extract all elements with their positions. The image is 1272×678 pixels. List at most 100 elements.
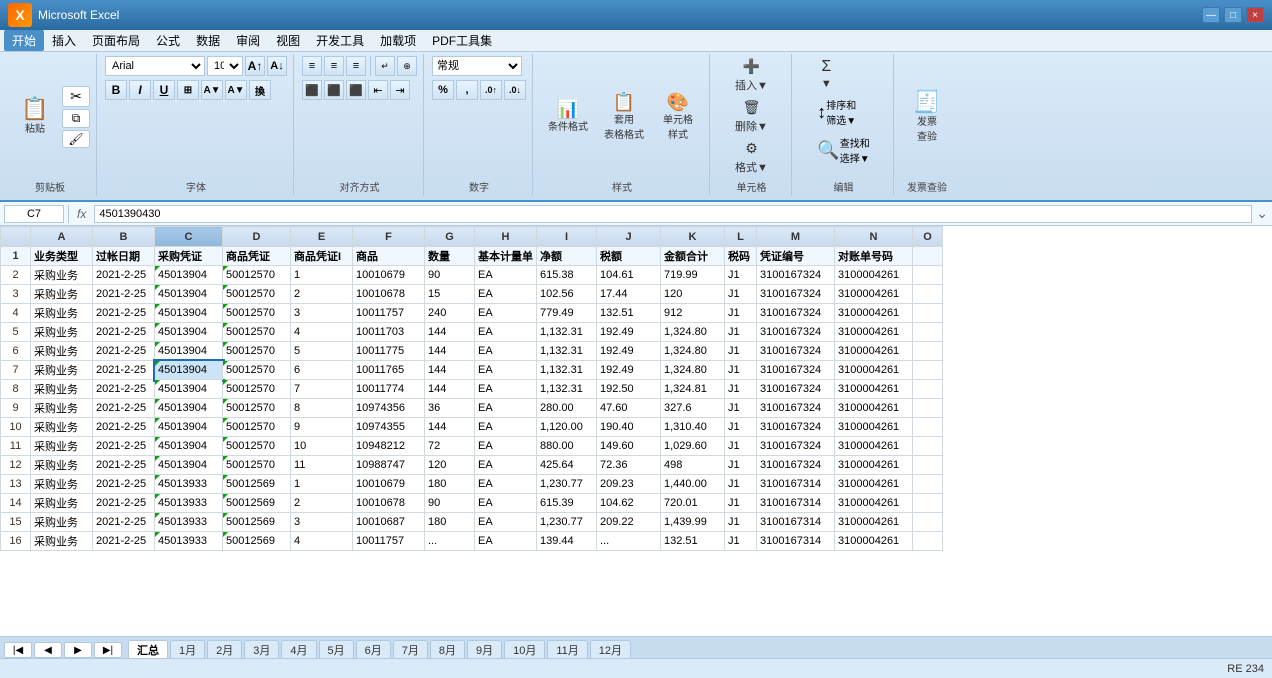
table-cell[interactable]: 3100004261: [835, 266, 913, 285]
align-top-left-button[interactable]: ≡: [302, 56, 322, 76]
fill-color-button[interactable]: A▼: [201, 80, 223, 100]
table-cell[interactable]: 采购业务: [31, 475, 93, 494]
col-header-N[interactable]: N: [835, 227, 913, 247]
table-cell[interactable]: 2021-2-25: [93, 380, 155, 399]
table-cell[interactable]: 50012569: [223, 513, 291, 532]
formula-expand-icon[interactable]: ⌄: [1256, 205, 1268, 222]
table-cell[interactable]: 采购业务: [31, 418, 93, 437]
table-cell[interactable]: 2: [291, 285, 353, 304]
table-cell[interactable]: 45013904: [155, 323, 223, 342]
table-cell[interactable]: 10010679: [353, 266, 425, 285]
copy-button[interactable]: ⧉: [62, 109, 90, 128]
table-cell[interactable]: 3100004261: [835, 494, 913, 513]
table-cell[interactable]: 144: [425, 418, 475, 437]
sheet-tab-7[interactable]: 7月: [393, 640, 428, 658]
table-cell[interactable]: 2021-2-25: [93, 266, 155, 285]
table-cell-o[interactable]: [913, 266, 943, 285]
table-cell[interactable]: 3100004261: [835, 513, 913, 532]
table-cell[interactable]: 90: [425, 494, 475, 513]
table-cell[interactable]: 3100004261: [835, 456, 913, 475]
align-right-button[interactable]: ⬛: [346, 80, 366, 100]
sheet-tab-6[interactable]: 6月: [356, 640, 391, 658]
table-cell[interactable]: J1: [725, 437, 757, 456]
table-cell[interactable]: 139.44: [537, 532, 597, 551]
table-cell[interactable]: 45013933: [155, 475, 223, 494]
table-cell[interactable]: EA: [475, 494, 537, 513]
table-cell[interactable]: 719.99: [661, 266, 725, 285]
table-cell[interactable]: 192.49: [597, 361, 661, 380]
cell-style-button[interactable]: 🎨 单元格样式: [653, 90, 703, 144]
table-cell[interactable]: 1,029.60: [661, 437, 725, 456]
col-header-J[interactable]: J: [597, 227, 661, 247]
table-cell[interactable]: 144: [425, 342, 475, 361]
insert-cells-button[interactable]: ➕ 插入▼: [731, 56, 772, 95]
align-top-center-button[interactable]: ≡: [324, 56, 344, 76]
table-cell[interactable]: 2021-2-25: [93, 513, 155, 532]
table-cell[interactable]: 3100004261: [835, 418, 913, 437]
table-cell[interactable]: 192.50: [597, 380, 661, 399]
indent-increase-button[interactable]: ⇥: [390, 80, 410, 100]
table-cell[interactable]: 采购业务: [31, 513, 93, 532]
increase-font-button[interactable]: A↑: [245, 56, 265, 76]
header-G[interactable]: 数量: [425, 247, 475, 266]
table-cell[interactable]: 2021-2-25: [93, 475, 155, 494]
col-header-E[interactable]: E: [291, 227, 353, 247]
table-cell[interactable]: 10974356: [353, 399, 425, 418]
table-cell[interactable]: J1: [725, 342, 757, 361]
close-button[interactable]: ×: [1246, 7, 1264, 23]
table-cell[interactable]: 3: [291, 304, 353, 323]
cell-reference-box[interactable]: C7: [4, 205, 64, 223]
table-cell[interactable]: 240: [425, 304, 475, 323]
table-cell[interactable]: 采购业务: [31, 399, 93, 418]
table-cell[interactable]: 1,132.31: [537, 342, 597, 361]
table-cell[interactable]: 1,230.77: [537, 513, 597, 532]
table-cell[interactable]: 45013904: [155, 285, 223, 304]
format-cells-button[interactable]: ⚙ 格式▼: [731, 138, 772, 177]
table-cell[interactable]: 50012570: [223, 342, 291, 361]
table-cell[interactable]: 90: [425, 266, 475, 285]
sheet-tab-8[interactable]: 8月: [430, 640, 465, 658]
table-cell[interactable]: 1,439.99: [661, 513, 725, 532]
sheet-tab-11[interactable]: 11月: [547, 640, 587, 658]
invoice-verify-button[interactable]: 🧾 发票查验: [902, 88, 952, 146]
table-cell[interactable]: 50012570: [223, 399, 291, 418]
italic-button[interactable]: I: [129, 80, 151, 100]
table-cell[interactable]: 45013904: [155, 266, 223, 285]
table-cell[interactable]: 3100167314: [757, 513, 835, 532]
sheet-tab-1[interactable]: 1月: [170, 640, 205, 658]
increase-decimal-button[interactable]: .0↑: [480, 80, 502, 100]
table-cell[interactable]: 10011757: [353, 304, 425, 323]
header-F[interactable]: 商品: [353, 247, 425, 266]
table-cell[interactable]: 1,324.81: [661, 380, 725, 399]
menu-formula[interactable]: 公式: [148, 30, 188, 51]
table-cell[interactable]: 720.01: [661, 494, 725, 513]
table-cell[interactable]: 50012570: [223, 266, 291, 285]
table-cell[interactable]: 5: [291, 342, 353, 361]
paste-button[interactable]: 📋 粘贴: [10, 95, 60, 138]
table-cell[interactable]: 45013933: [155, 513, 223, 532]
thousands-button[interactable]: ,: [456, 80, 478, 100]
table-cell[interactable]: 15: [425, 285, 475, 304]
table-cell[interactable]: 1: [291, 475, 353, 494]
table-cell[interactable]: 10010678: [353, 285, 425, 304]
table-cell-o[interactable]: [913, 456, 943, 475]
table-cell[interactable]: 2021-2-25: [93, 494, 155, 513]
menu-pdf[interactable]: PDF工具集: [424, 30, 500, 51]
table-cell[interactable]: 50012570: [223, 304, 291, 323]
table-cell[interactable]: 50012570: [223, 323, 291, 342]
table-cell[interactable]: 36: [425, 399, 475, 418]
header-L[interactable]: 税码: [725, 247, 757, 266]
table-cell[interactable]: 2021-2-25: [93, 399, 155, 418]
table-cell[interactable]: 120: [661, 285, 725, 304]
table-cell[interactable]: EA: [475, 323, 537, 342]
underline-button[interactable]: U: [153, 80, 175, 100]
decrease-font-button[interactable]: A↓: [267, 56, 287, 76]
table-cell[interactable]: 3100004261: [835, 323, 913, 342]
table-cell[interactable]: 45013904: [155, 399, 223, 418]
table-cell[interactable]: 72: [425, 437, 475, 456]
table-cell[interactable]: 72.36: [597, 456, 661, 475]
table-cell[interactable]: 1,324.80: [661, 323, 725, 342]
find-select-button[interactable]: 🔍 查找和选择▼: [810, 132, 876, 168]
table-cell[interactable]: J1: [725, 456, 757, 475]
col-header-D[interactable]: D: [223, 227, 291, 247]
